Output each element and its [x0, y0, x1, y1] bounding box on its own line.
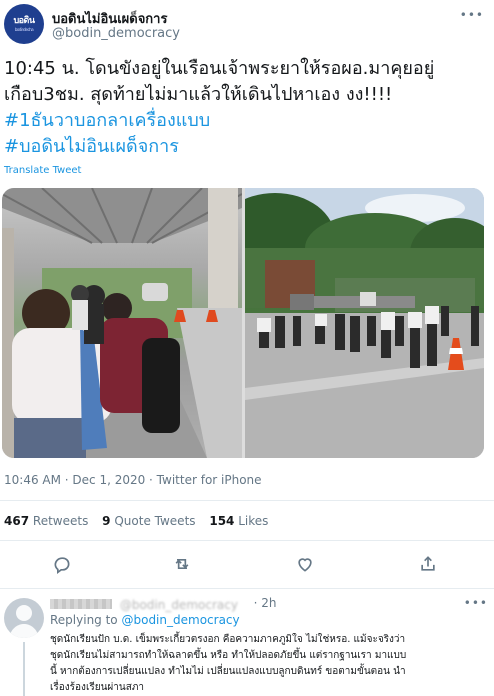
replying-to: Replying to @bodin_democracy — [50, 613, 240, 627]
walkway-photo-illustration — [2, 188, 242, 458]
share-icon[interactable] — [418, 554, 440, 576]
divider — [0, 588, 494, 589]
reply-text-line: นี้ หากต้องการเปลี่ยนแปลง ทำไมไม่ เปลี่ย… — [50, 666, 406, 677]
redacted-name — [50, 598, 112, 609]
hashtag-link[interactable]: #1ธันวาบอกลาเครื่องแบบ — [4, 108, 488, 134]
avatar-logo-text: บอดิน bodindecha — [13, 15, 35, 32]
reply-text: ชุดนักเรียนปัก บ.ด. เข็มพระเกี้ยวตรงอก ค… — [50, 632, 490, 696]
likes-stat[interactable]: 154 Likes — [209, 514, 268, 528]
tweet-timestamp[interactable]: 10:46 AM · Dec 1, 2020 · Twitter for iPh… — [4, 473, 262, 487]
tweet: บอดิน bodindecha บอดินไม่อินเผด็จการ @bo… — [0, 0, 494, 590]
retweets-count: 467 — [4, 514, 30, 528]
tweet-header: บอดิน bodindecha บอดินไม่อินเผด็จการ @bo… — [4, 4, 490, 44]
default-avatar-icon — [9, 605, 39, 638]
reply-more-options-icon[interactable]: ••• — [464, 596, 488, 610]
user-handle[interactable]: @bodin_democracy — [52, 26, 180, 41]
tweet-media — [2, 188, 484, 458]
reply-text-line: เรื่องร้องเรียนผ่านสภา — [50, 682, 145, 693]
replying-to-label: Replying to — [50, 613, 118, 627]
quote-tweets-label: Quote Tweets — [114, 514, 196, 528]
retweets-label: Retweets — [32, 514, 89, 528]
tweet-stats: 467 Retweets 9 Quote Tweets 154 Likes — [4, 514, 278, 528]
courtyard-photo-illustration — [245, 188, 484, 458]
hashtag-link[interactable]: #บอดินไม่อินเผด็จการ — [4, 134, 488, 160]
translate-tweet-link[interactable]: Translate Tweet — [4, 165, 81, 176]
reply-text-line: ชุดนักเรียนปัก บ.ด. เข็มพระเกี้ยวตรงอก ค… — [50, 634, 406, 645]
reply-tweet[interactable]: @bodin_democracy · 2h ••• Replying to @b… — [0, 590, 494, 696]
likes-label: Likes — [238, 514, 269, 528]
tweet-text-line: 10:45 น. โดนขังอยู่ในเรือนเจ้าพระยาให้รอ… — [4, 58, 435, 79]
like-icon[interactable] — [295, 554, 317, 576]
avatar[interactable]: บอดิน bodindecha — [4, 4, 44, 44]
divider — [0, 540, 494, 541]
quote-tweets-stat[interactable]: 9 Quote Tweets — [102, 514, 195, 528]
tweet-text: 10:45 น. โดนขังอยู่ในเรือนเจ้าพระยาให้รอ… — [4, 56, 488, 160]
avatar-logo-main: บอดิน — [13, 15, 35, 26]
reply-header: @bodin_democracy · 2h — [50, 596, 277, 612]
reply-avatar[interactable] — [4, 598, 44, 638]
reply-time[interactable]: · 2h — [254, 596, 277, 610]
quote-tweets-count: 9 — [102, 514, 111, 528]
reply-user-handle[interactable]: @bodin_democracy — [120, 598, 250, 612]
avatar-logo-sub: bodindecha — [14, 26, 34, 32]
thread-line — [23, 642, 25, 696]
tweet-text-line: เกือบ3ชม. สุดท้ายไม่มาแล้วให้เดินไปหาเอง… — [4, 84, 393, 105]
tweet-photo-courtyard[interactable] — [245, 188, 484, 458]
tweet-photo-walkway[interactable] — [2, 188, 242, 458]
replying-to-handle[interactable]: @bodin_democracy — [121, 613, 239, 627]
divider — [0, 500, 494, 501]
retweet-icon[interactable] — [172, 554, 194, 576]
reply-text-line: ชุดนักเรียนไม่สามารถทำให้ฉลาดขึ้น หรือ ท… — [50, 650, 407, 661]
reply-icon[interactable] — [52, 554, 74, 576]
tweet-actions — [0, 548, 494, 582]
retweets-stat[interactable]: 467 Retweets — [4, 514, 88, 528]
likes-count: 154 — [209, 514, 235, 528]
more-options-icon[interactable]: ••• — [460, 8, 484, 22]
